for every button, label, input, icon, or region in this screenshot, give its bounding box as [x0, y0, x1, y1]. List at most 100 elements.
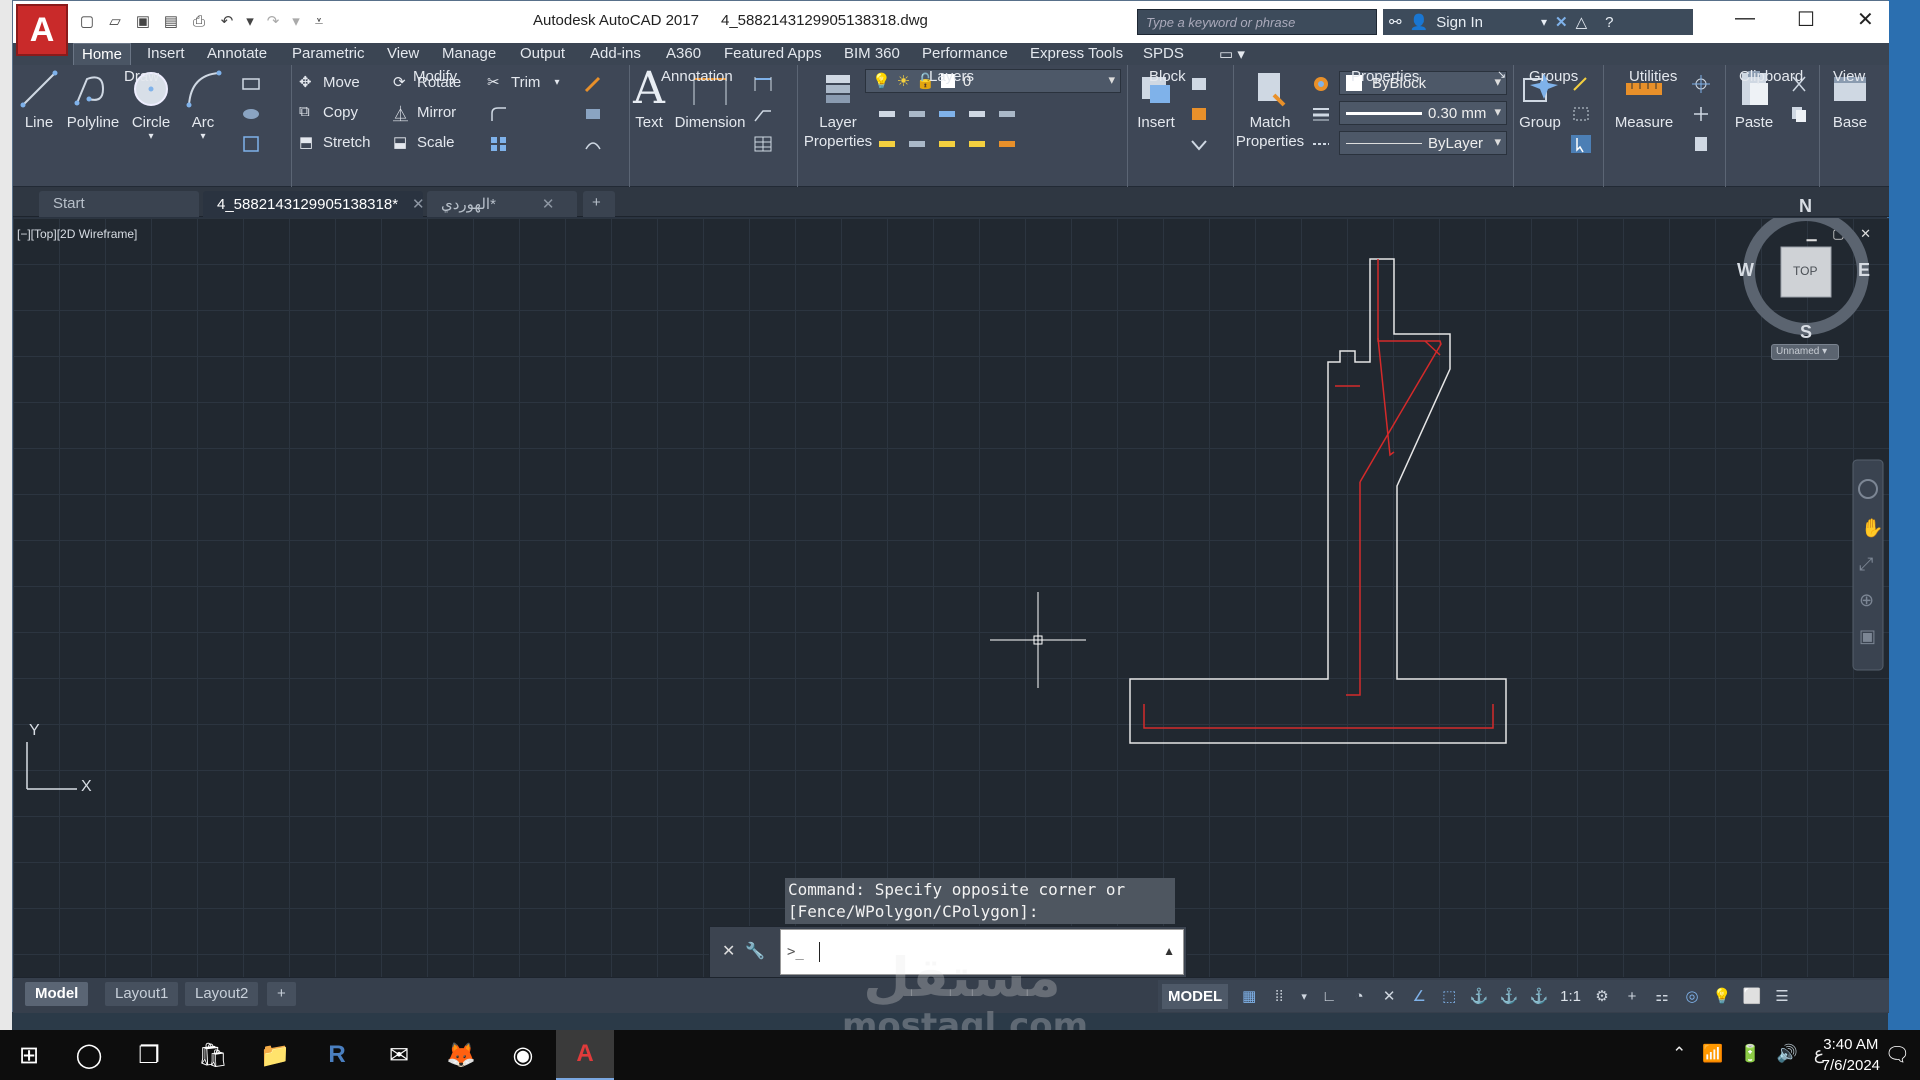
osnap-icon[interactable]: ∠ — [1410, 987, 1428, 1005]
customize-qat-icon[interactable]: ⩡ — [309, 11, 329, 31]
match-properties-button[interactable]: Match Properties — [1233, 69, 1307, 151]
layer-tool-icon[interactable] — [937, 135, 957, 153]
color-wheel-icon[interactable] — [1311, 75, 1331, 93]
tab-output[interactable]: Output — [520, 43, 565, 65]
command-history-arrow-icon[interactable]: ▲ — [1163, 944, 1175, 958]
sign-in-dropdown-icon[interactable]: ▾ — [1541, 15, 1547, 29]
layer-tool-icon[interactable] — [967, 105, 987, 123]
annotation-scale-icon[interactable]: ⚓ — [1500, 987, 1519, 1005]
linear-dim-icon[interactable] — [753, 75, 773, 93]
attribute-icon[interactable] — [1189, 135, 1209, 153]
compass-west[interactable]: W — [1737, 260, 1754, 281]
clean-screen-icon[interactable]: ⬜ — [1743, 987, 1762, 1005]
tab-bim360[interactable]: BIM 360 — [844, 43, 900, 65]
file-tab-current[interactable]: 4_5882143129905138318* ✕ — [203, 191, 425, 217]
tab-home[interactable]: Home — [73, 43, 132, 65]
zoom-extents-icon[interactable]: ⤢ — [1859, 554, 1874, 575]
add-layout-icon[interactable]: + — [267, 982, 296, 1006]
layer-properties-button[interactable]: Layer Properties — [801, 69, 875, 151]
close-icon[interactable]: ✕ — [1857, 7, 1874, 32]
minimize-icon[interactable]: — — [1735, 7, 1755, 30]
ribbon-options-icon[interactable]: ▭ ▾ — [1219, 43, 1245, 65]
annotation-scale-value[interactable]: 1:1 — [1560, 988, 1581, 1005]
edit-block-icon[interactable] — [1189, 105, 1209, 123]
plot-icon[interactable]: ⎙ — [189, 11, 209, 31]
layer-tool-icon[interactable] — [877, 105, 897, 123]
close-tab-icon[interactable]: ✕ — [542, 196, 555, 213]
clipboard-panel-title[interactable]: Clipboard — [1739, 68, 1803, 85]
layer-tool-icon[interactable] — [997, 105, 1017, 123]
plus-icon[interactable]: + — [1623, 987, 1641, 1005]
arc-dropdown-icon[interactable]: ▾ — [183, 132, 223, 142]
circle-dropdown-icon[interactable]: ▾ — [129, 132, 173, 142]
table-icon[interactable] — [753, 135, 773, 153]
volume-icon[interactable]: 🔊 — [1777, 1044, 1798, 1064]
boundary-icon[interactable] — [241, 135, 261, 153]
units-icon[interactable]: ⚏ — [1653, 987, 1671, 1005]
mail-icon[interactable]: ✉ — [370, 1030, 428, 1080]
scale-button[interactable]: ⬓ Scale — [393, 133, 455, 152]
tab-insert[interactable]: Insert — [147, 43, 185, 65]
array-icon[interactable] — [489, 135, 509, 153]
a360-icon[interactable]: △ — [1576, 13, 1588, 31]
lineweight-icon[interactable] — [1311, 105, 1331, 123]
tab-express-tools[interactable]: Express Tools — [1030, 43, 1123, 65]
compass-south[interactable]: S — [1800, 322, 1812, 343]
file-tab-start[interactable]: Start — [39, 191, 199, 217]
drawing-canvas[interactable]: [−][Top][2D Wireframe] ▁ ▢ ✕ ✋ ⤢ ⊕ ▣ Y X… — [13, 196, 1889, 978]
copy-clip-icon[interactable] — [1789, 105, 1809, 123]
trim-dropdown-icon[interactable]: ▾ — [554, 77, 559, 88]
clock[interactable]: 3:40 AM 7/6/2024 — [1822, 1034, 1880, 1076]
orbit-icon[interactable]: ⊕ — [1859, 590, 1874, 611]
sign-in-button[interactable]: Sign In — [1436, 14, 1483, 31]
save-icon[interactable]: ▣ — [133, 11, 153, 31]
layout-tab-layout1[interactable]: Layout1 — [105, 982, 179, 1006]
binoculars-icon[interactable]: ⚯ — [1389, 13, 1402, 31]
create-block-icon[interactable] — [1189, 75, 1209, 93]
open-icon[interactable]: ▱ — [105, 11, 125, 31]
polyline-button[interactable]: Polyline — [65, 69, 121, 132]
battery-icon[interactable]: 🔋 — [1740, 1044, 1761, 1064]
polar-icon[interactable]: ◔ — [1350, 987, 1368, 1005]
file-tab-other[interactable]: الهوردي* ✕ — [427, 191, 577, 217]
properties-panel-title[interactable]: Properties — [1351, 68, 1419, 85]
id-point-icon[interactable] — [1691, 105, 1711, 123]
task-view-icon[interactable]: ❐ — [120, 1030, 178, 1080]
redo-dropdown-icon[interactable]: ▾ — [291, 11, 301, 31]
store-icon[interactable]: 🛍 — [184, 1030, 242, 1080]
layer-tool-icon[interactable] — [907, 135, 927, 153]
undo-icon[interactable]: ↶ — [217, 11, 237, 31]
cortana-search-icon[interactable]: ◯ — [60, 1030, 118, 1080]
showmotion-icon[interactable]: ▣ — [1859, 626, 1876, 647]
linetype-icon[interactable] — [1311, 135, 1331, 153]
layout-tab-model[interactable]: Model — [25, 982, 89, 1006]
pan-icon[interactable]: ✋ — [1861, 517, 1883, 539]
linetype-dropdown[interactable]: ByLayer — [1339, 131, 1507, 155]
new-tab-icon[interactable]: + — [583, 191, 615, 217]
ortho-icon[interactable]: ∟ — [1320, 987, 1338, 1005]
stretch-button[interactable]: ⬒ Stretch — [299, 133, 371, 152]
tab-spds[interactable]: SPDS — [1143, 43, 1184, 65]
line-button[interactable]: Line — [19, 69, 59, 132]
compass-north[interactable]: N — [1799, 196, 1812, 217]
application-menu-button[interactable]: A — [16, 4, 68, 56]
layer-tool-icon[interactable] — [937, 105, 957, 123]
isolate-icon[interactable]: 💡 — [1713, 987, 1732, 1005]
new-icon[interactable]: ▢ — [77, 11, 97, 31]
mirror-button[interactable]: ⏅ Mirror — [393, 103, 456, 124]
layer-dropdown[interactable]: 💡 ☀ 🔓 0 — [865, 69, 1121, 93]
compass-east[interactable]: E — [1858, 260, 1870, 281]
tab-view[interactable]: View — [387, 43, 419, 65]
undo-dropdown-icon[interactable]: ▾ — [245, 11, 255, 31]
group-select-icon[interactable] — [1571, 135, 1591, 153]
grid-icon[interactable]: ▦ — [1240, 987, 1258, 1005]
leader-icon[interactable] — [753, 105, 773, 123]
layers-panel-title[interactable]: Layers — [929, 68, 974, 85]
groups-panel-title[interactable]: Groups — [1529, 68, 1578, 85]
move-button[interactable]: ✥ Move — [299, 73, 360, 92]
tab-addins[interactable]: Add-ins — [590, 43, 641, 65]
layer-tool-icon[interactable] — [877, 135, 897, 153]
user-icon[interactable]: 👤 — [1410, 13, 1429, 31]
layer-tool-icon[interactable] — [997, 135, 1017, 153]
fillet-icon[interactable] — [489, 105, 509, 123]
